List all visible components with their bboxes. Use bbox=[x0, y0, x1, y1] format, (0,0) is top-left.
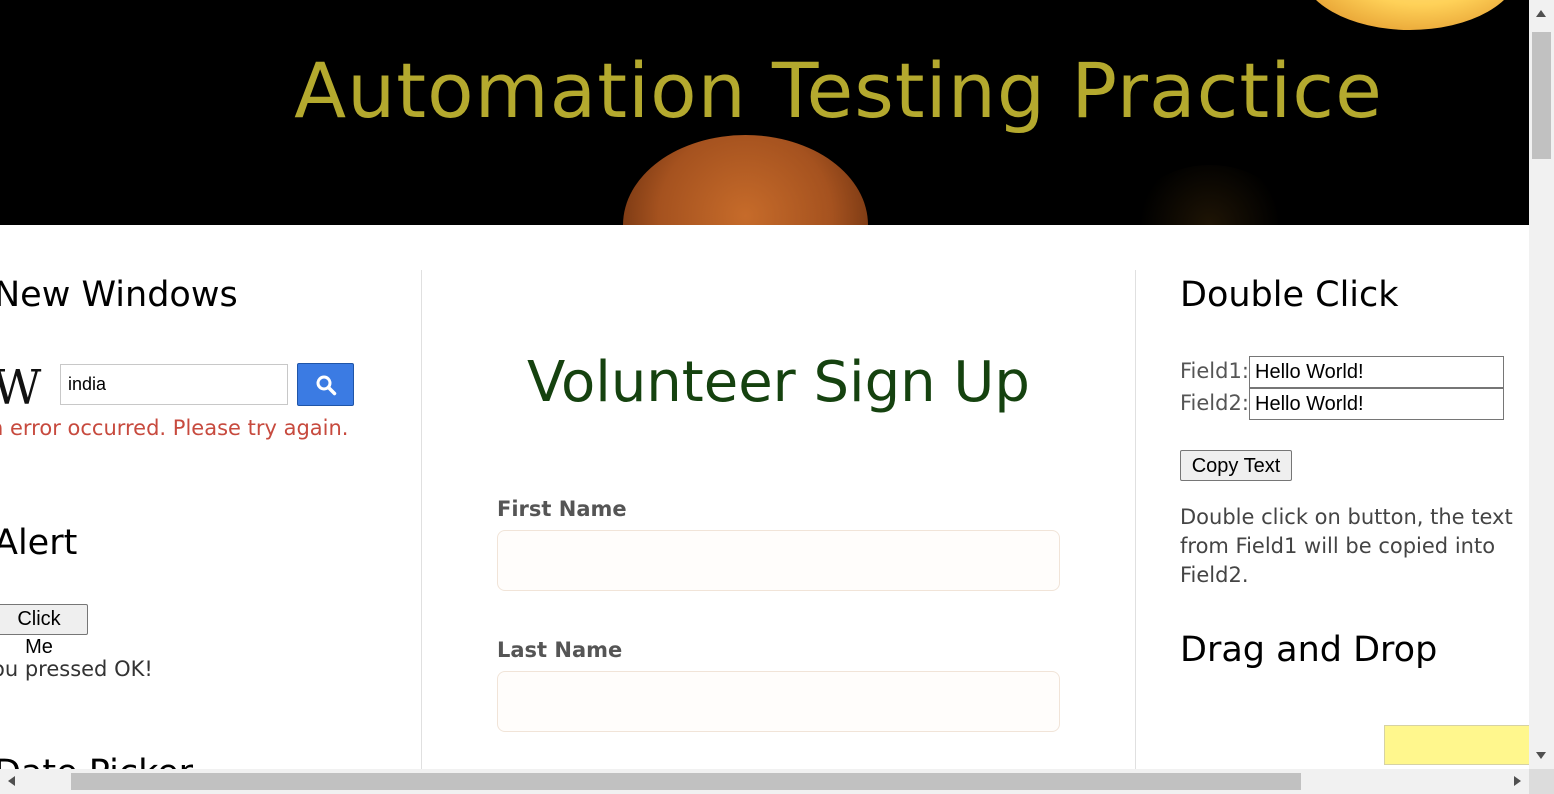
arrow-right-icon[interactable] bbox=[1514, 776, 1521, 786]
horizontal-scrollbar-thumb[interactable] bbox=[71, 773, 1301, 790]
double-click-title: Double Click bbox=[1180, 275, 1399, 315]
arrow-down-icon[interactable] bbox=[1536, 752, 1546, 759]
arrow-up-icon[interactable] bbox=[1536, 10, 1546, 17]
last-name-field[interactable] bbox=[497, 671, 1060, 732]
first-name-field[interactable] bbox=[497, 530, 1060, 591]
volunteer-signup-title: Volunteer Sign Up bbox=[527, 350, 1030, 415]
column-divider-right bbox=[1135, 270, 1136, 769]
wikipedia-error-message: n error occurred. Please try again. bbox=[0, 416, 349, 440]
field1-input[interactable] bbox=[1249, 356, 1504, 388]
alert-result-text: ou pressed OK! bbox=[0, 657, 153, 681]
bokeh-light-gold bbox=[1300, 0, 1520, 30]
draggable-box[interactable] bbox=[1384, 725, 1529, 765]
bokeh-light-faint bbox=[1130, 165, 1290, 225]
drag-and-drop-title: Drag and Drop bbox=[1180, 630, 1438, 670]
date-picker-title: Date Picker bbox=[0, 753, 193, 769]
wikipedia-logo: W bbox=[0, 360, 42, 416]
first-name-label: First Name bbox=[497, 497, 627, 521]
wikipedia-search-button[interactable] bbox=[297, 363, 354, 406]
field2-label: Field2: bbox=[1180, 391, 1249, 415]
field1-label: Field1: bbox=[1180, 359, 1249, 383]
column-divider-left bbox=[421, 270, 422, 769]
site-title: Automation Testing Practice bbox=[294, 46, 1383, 135]
main-content: New Windows W n error occurred. Please t… bbox=[0, 225, 1529, 769]
vertical-scrollbar-thumb[interactable] bbox=[1532, 32, 1551, 159]
field2-input[interactable] bbox=[1249, 388, 1504, 420]
bokeh-light-orange bbox=[623, 135, 868, 225]
double-click-description: Double click on button, the text from Fi… bbox=[1180, 505, 1513, 587]
click-me-button[interactable]: Click Me bbox=[0, 604, 88, 658]
search-icon bbox=[316, 375, 336, 395]
copy-text-button[interactable]: Copy Text bbox=[1180, 450, 1292, 481]
scrollbar-corner bbox=[1529, 769, 1554, 794]
last-name-label: Last Name bbox=[497, 638, 623, 662]
alert-title: Alert bbox=[0, 523, 78, 563]
header-banner: Automation Testing Practice bbox=[0, 0, 1529, 225]
arrow-left-icon[interactable] bbox=[8, 776, 15, 786]
wikipedia-search-input[interactable] bbox=[60, 364, 288, 405]
new-windows-title: New Windows bbox=[0, 275, 238, 315]
